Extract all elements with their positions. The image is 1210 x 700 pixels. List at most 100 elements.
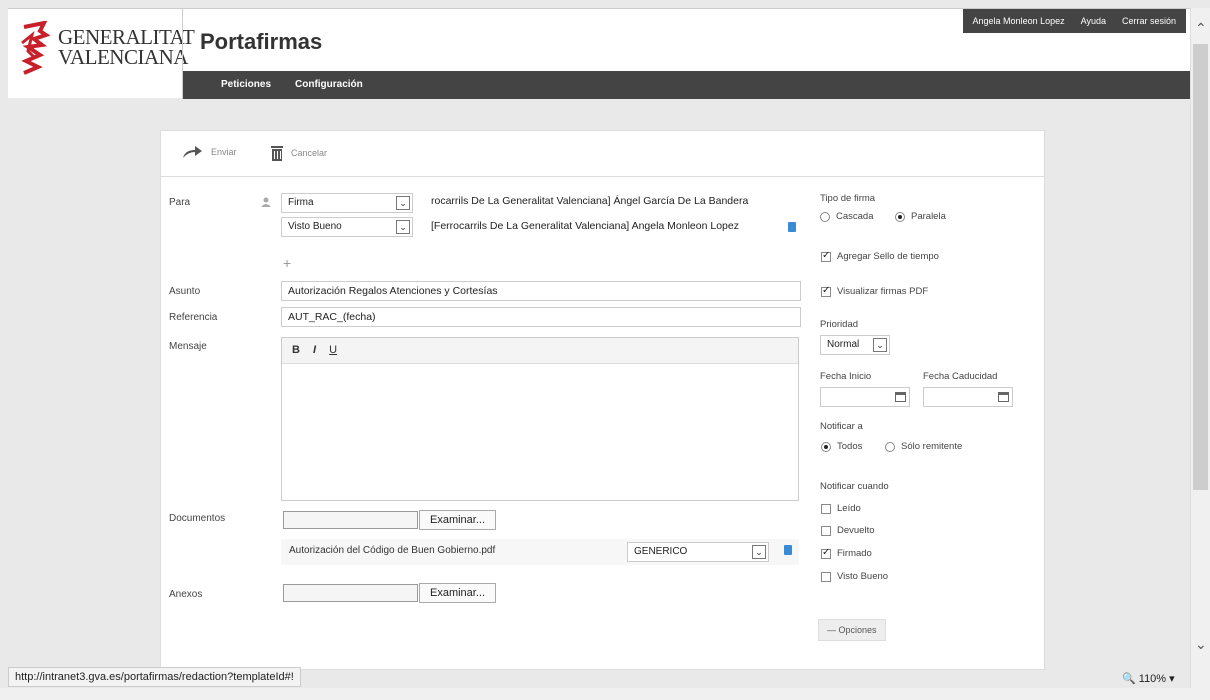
cascada-radio[interactable]: Cascada — [820, 211, 874, 222]
user-bar: Angela Monleon Lopez Ayuda Cerrar sesión — [962, 9, 1186, 33]
cancel-button[interactable]: Cancelar — [271, 145, 327, 161]
documentos-examinar-button[interactable]: Examinar... — [419, 510, 497, 530]
request-form-panel: Enviar Cancelar Para Firma ⌄ rocarrils D… — [160, 130, 1045, 670]
devuelto-label: Devuelto — [837, 525, 875, 536]
chevron-down-icon: ▾ — [1169, 673, 1175, 685]
recipient-type-value-1: Firma — [288, 197, 314, 208]
recipient-name-1: rocarrils De La Generalitat Valenciana] … — [431, 195, 749, 207]
trash-icon — [271, 146, 283, 161]
sello-tiempo-checkbox[interactable]: Agregar Sello de tiempo — [821, 250, 939, 262]
recipient-type-select-2[interactable]: Visto Bueno ⌄ — [281, 217, 413, 237]
checkbox-checked-icon — [821, 547, 831, 559]
collapse-icon: — — [827, 625, 839, 635]
checkbox-empty-icon — [821, 525, 831, 536]
paralela-radio[interactable]: Paralela — [895, 211, 946, 222]
visualizar-firmas-checkbox[interactable]: Visualizar firmas PDF — [821, 285, 929, 297]
documentos-label: Documentos — [169, 513, 226, 524]
zoom-control[interactable]: 🔍 110% ▾ — [1122, 672, 1175, 685]
visualizar-firmas-label: Visualizar firmas PDF — [837, 286, 929, 297]
bold-button[interactable]: B — [292, 344, 300, 356]
recipient-type-select-1[interactable]: Firma ⌄ — [281, 193, 413, 213]
calendar-icon[interactable] — [895, 392, 906, 402]
editor-toolbar: B I U — [282, 338, 798, 364]
checkbox-checked-icon — [821, 250, 831, 262]
document-type-select[interactable]: GENERICO ⌄ — [627, 542, 769, 562]
logout-link[interactable]: Cerrar sesión — [1122, 16, 1176, 26]
documentos-file-input[interactable] — [283, 511, 418, 529]
generalitat-logo: GENERALITAT VALENCIANA — [20, 17, 195, 87]
add-recipient-button[interactable]: + — [283, 255, 291, 271]
radio-on-icon — [895, 211, 905, 222]
chevron-down-icon: ⌄ — [396, 196, 410, 210]
anexos-examinar-button[interactable]: Examinar... — [419, 583, 497, 603]
referencia-input[interactable]: AUT_RAC_(fecha) — [281, 307, 801, 327]
nav-configuracion[interactable]: Configuración — [295, 79, 363, 90]
checkbox-empty-icon — [821, 571, 831, 582]
checkbox-checked-icon — [821, 285, 831, 297]
underline-button[interactable]: U — [329, 344, 337, 356]
nav-peticiones[interactable]: Peticiones — [221, 79, 271, 90]
remove-recipient-icon[interactable] — [788, 222, 796, 232]
send-label: Enviar — [211, 147, 237, 157]
devuelto-checkbox[interactable]: Devuelto — [821, 525, 875, 536]
leido-label: Leído — [837, 503, 861, 514]
leido-checkbox[interactable]: Leído — [821, 503, 861, 514]
paralela-label: Paralela — [911, 211, 946, 222]
visto-bueno-checkbox[interactable]: Visto Bueno — [821, 571, 888, 582]
remove-document-icon[interactable] — [784, 545, 792, 555]
sello-tiempo-label: Agregar Sello de tiempo — [837, 251, 939, 262]
recipient-type-value-2: Visto Bueno — [288, 221, 342, 232]
solo-remitente-label: Sólo remitente — [901, 441, 963, 452]
prioridad-label: Prioridad — [820, 319, 859, 330]
app-title: Portafirmas — [200, 29, 323, 54]
user-icon — [261, 197, 271, 207]
notificar-a-label: Notificar a — [820, 421, 863, 432]
todos-label: Todos — [837, 441, 863, 452]
calendar-icon[interactable] — [998, 392, 1009, 402]
scroll-up-icon[interactable]: ⌃ — [1195, 20, 1207, 37]
tipo-firma-label: Tipo de firma — [820, 193, 876, 204]
app-header: GENERALITAT VALENCIANA Portafirmas Petic… — [8, 8, 1190, 99]
prioridad-select[interactable]: Normal ⌄ — [820, 335, 890, 355]
message-editor[interactable]: B I U — [281, 337, 799, 501]
main-navbar: Peticiones Configuración — [183, 71, 1190, 99]
visto-bueno-label: Visto Bueno — [837, 571, 889, 582]
todos-radio[interactable]: Todos — [821, 441, 862, 452]
opciones-button[interactable]: — Opciones — [818, 619, 886, 641]
asunto-input[interactable]: Autorización Regalos Atenciones y Cortes… — [281, 281, 801, 301]
italic-button[interactable]: I — [313, 344, 316, 356]
document-name: Autorización del Código de Buen Gobierno… — [289, 545, 496, 556]
chevron-down-icon: ⌄ — [873, 338, 887, 352]
send-button[interactable]: Enviar — [181, 145, 237, 159]
checkbox-empty-icon — [821, 503, 831, 514]
firmado-checkbox[interactable]: Firmado — [821, 547, 872, 559]
fecha-inicio-input[interactable] — [820, 387, 910, 407]
user-name-link[interactable]: Angela Monleon Lopez — [973, 16, 1065, 26]
radio-off-icon — [885, 441, 895, 452]
cascada-label: Cascada — [836, 211, 874, 222]
zoom-icon: 🔍 — [1122, 673, 1136, 685]
solo-remitente-radio[interactable]: Sólo remitente — [885, 441, 962, 452]
notificar-cuando-label: Notificar cuando — [820, 481, 889, 492]
zoom-level: 110% — [1138, 673, 1167, 685]
status-url: http://intranet3.gva.es/portafirmas/reda… — [8, 667, 301, 687]
recipient-name-2: [Ferrocarrils De La Generalitat Valencia… — [431, 220, 739, 232]
scroll-down-icon[interactable]: ⌄ — [1195, 636, 1207, 653]
radio-on-icon — [821, 441, 831, 452]
document-row: Autorización del Código de Buen Gobierno… — [281, 539, 799, 565]
logo-line-2: VALENCIANA — [58, 45, 188, 69]
opciones-label: Opciones — [838, 625, 877, 635]
help-link[interactable]: Ayuda — [1081, 16, 1106, 26]
chevron-down-icon: ⌄ — [752, 545, 766, 559]
scrollbar-thumb[interactable] — [1193, 44, 1208, 490]
para-label: Para — [169, 197, 191, 208]
anexos-file-input[interactable] — [283, 584, 418, 602]
document-type-value: GENERICO — [634, 546, 688, 557]
browser-status-bar — [0, 688, 1210, 700]
chevron-down-icon: ⌄ — [396, 220, 410, 234]
cancel-label: Cancelar — [291, 148, 328, 158]
fecha-inicio-label: Fecha Inicio — [820, 371, 872, 382]
fecha-caducidad-input[interactable] — [923, 387, 1013, 407]
forward-arrow-icon — [183, 146, 202, 158]
vertical-scrollbar[interactable]: ⌃ ⌄ — [1190, 8, 1210, 688]
